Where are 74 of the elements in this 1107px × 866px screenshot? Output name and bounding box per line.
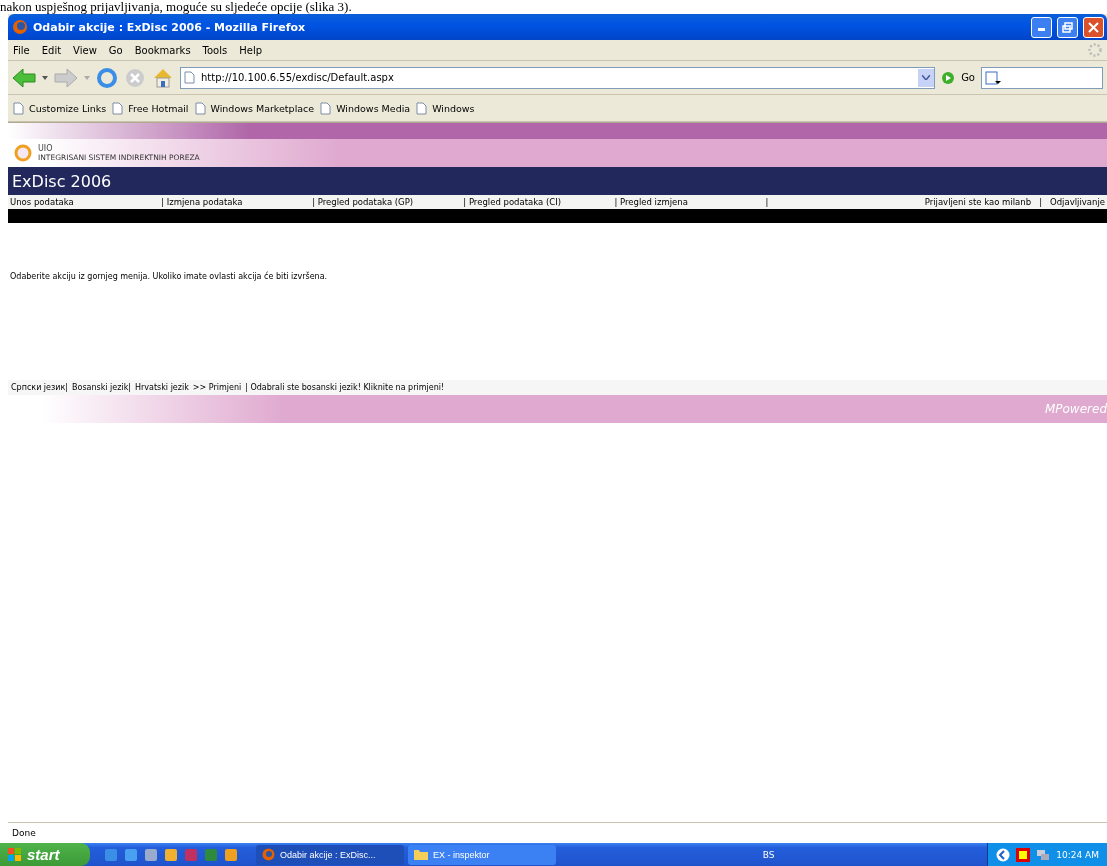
stop-icon[interactable] bbox=[124, 66, 146, 89]
restore-button[interactable] bbox=[1057, 16, 1078, 38]
clock: 10:24 AM bbox=[1056, 849, 1099, 860]
tray-icon[interactable] bbox=[1016, 847, 1031, 862]
page-icon bbox=[194, 101, 206, 115]
page-icon bbox=[112, 101, 124, 115]
taskbar-button[interactable]: EX - inspektor bbox=[408, 844, 556, 865]
forward-arrow-icon[interactable] bbox=[54, 67, 78, 88]
app-title: ExDisc 2006 bbox=[8, 167, 1107, 195]
go-icon[interactable] bbox=[941, 70, 956, 85]
org-abbreviation: UIO bbox=[38, 144, 54, 153]
input-language[interactable]: BS bbox=[762, 849, 775, 860]
menu-item[interactable]: Edit bbox=[41, 44, 62, 56]
network-icon[interactable] bbox=[1036, 847, 1051, 862]
nav-link[interactable]: | Pregled podataka (CI) bbox=[463, 197, 615, 207]
page-icon bbox=[184, 71, 195, 84]
go-label[interactable]: Go bbox=[961, 72, 975, 83]
nav-link[interactable]: | Izmjena podataka bbox=[161, 197, 313, 207]
bookmark-link[interactable]: Windows bbox=[416, 101, 475, 115]
nav-link[interactable]: Unos podataka bbox=[10, 197, 162, 207]
minimize-button[interactable] bbox=[1031, 16, 1052, 38]
home-icon[interactable] bbox=[152, 66, 174, 89]
document-text: nakon uspješnog prijavljivanja, moguće su sljedeće opcije (slika 3). bbox=[0, 0, 352, 14]
status-text: Done bbox=[12, 828, 36, 838]
quick-launch-icon[interactable] bbox=[204, 847, 218, 862]
quick-launch-icon[interactable] bbox=[224, 847, 238, 862]
page-icon bbox=[416, 101, 428, 115]
bookmark-link[interactable]: Windows Media bbox=[320, 101, 411, 115]
close-icon bbox=[1088, 21, 1099, 33]
menu-item[interactable]: Help bbox=[239, 44, 263, 56]
page-icon bbox=[13, 101, 24, 115]
reload-icon[interactable] bbox=[96, 66, 118, 89]
close-button[interactable] bbox=[1083, 16, 1104, 38]
search-field[interactable] bbox=[981, 66, 1103, 89]
ring-logo-icon bbox=[14, 144, 32, 162]
menu-item[interactable]: Go bbox=[108, 44, 123, 56]
address-field[interactable]: http://10.100.6.55/exdisc/Default.aspx bbox=[180, 66, 936, 89]
bookmark-link[interactable]: Free Hotmail bbox=[112, 101, 189, 115]
windows-logo-icon bbox=[8, 847, 22, 862]
window-title: Odabir akcije : ExDisc 2006 - Mozilla Firefox bbox=[33, 20, 307, 34]
bookmark-link[interactable]: Windows Marketplace bbox=[194, 101, 315, 115]
search-engine-icon bbox=[985, 70, 1001, 85]
throbber-icon bbox=[1087, 42, 1103, 58]
user-text: Prijavljeni ste kao milanb bbox=[924, 197, 1032, 207]
dropdown-arrow-icon[interactable] bbox=[42, 75, 48, 80]
language-link[interactable]: Српски језик| bbox=[11, 383, 68, 392]
language-notice: | Odabrali ste bosanski jezik! Kliknite na primjeni! bbox=[245, 383, 445, 392]
menu-item[interactable]: Tools bbox=[202, 44, 228, 56]
bookmark-link[interactable]: Customize Links bbox=[13, 101, 107, 115]
nav-link[interactable]: | Pregled izmjena bbox=[614, 197, 766, 207]
quick-launch-icon[interactable] bbox=[164, 847, 178, 862]
browser-logo-icon bbox=[262, 848, 275, 861]
footer-brand: MPowered bbox=[1044, 402, 1107, 416]
logout-link[interactable]: Odjavljivanje bbox=[1050, 197, 1105, 207]
language-link[interactable]: Bosanski jezik| bbox=[72, 383, 131, 392]
taskbar-button[interactable]: Odabir akcije : ExDisc... bbox=[256, 844, 404, 865]
apply-link[interactable]: >> Primjeni bbox=[192, 383, 242, 392]
nav-link[interactable]: | Pregled podataka (GP) bbox=[312, 197, 464, 207]
page-icon bbox=[320, 101, 332, 115]
nav-link[interactable]: | bbox=[765, 197, 917, 207]
quick-launch-icon[interactable] bbox=[124, 847, 138, 862]
instruction-text: Odaberite akciju iz gornjeg menija. Ukoliko imate ovlasti akcija će biti izvršena. bbox=[10, 272, 328, 281]
chevron-icon[interactable] bbox=[996, 847, 1011, 862]
menu-item[interactable]: File bbox=[13, 44, 30, 56]
user-text: | bbox=[1039, 197, 1042, 207]
quick-launch-icon[interactable] bbox=[144, 847, 158, 862]
language-link[interactable]: Hrvatski jezik bbox=[135, 383, 189, 392]
menu-item[interactable]: Bookmarks bbox=[134, 44, 191, 56]
restore-icon bbox=[1062, 21, 1073, 33]
folder-icon bbox=[414, 849, 428, 860]
quick-launch-icon[interactable] bbox=[104, 847, 118, 862]
browser-logo-icon bbox=[12, 19, 28, 35]
back-arrow-icon[interactable] bbox=[12, 67, 36, 88]
menu-item[interactable]: View bbox=[73, 44, 97, 56]
